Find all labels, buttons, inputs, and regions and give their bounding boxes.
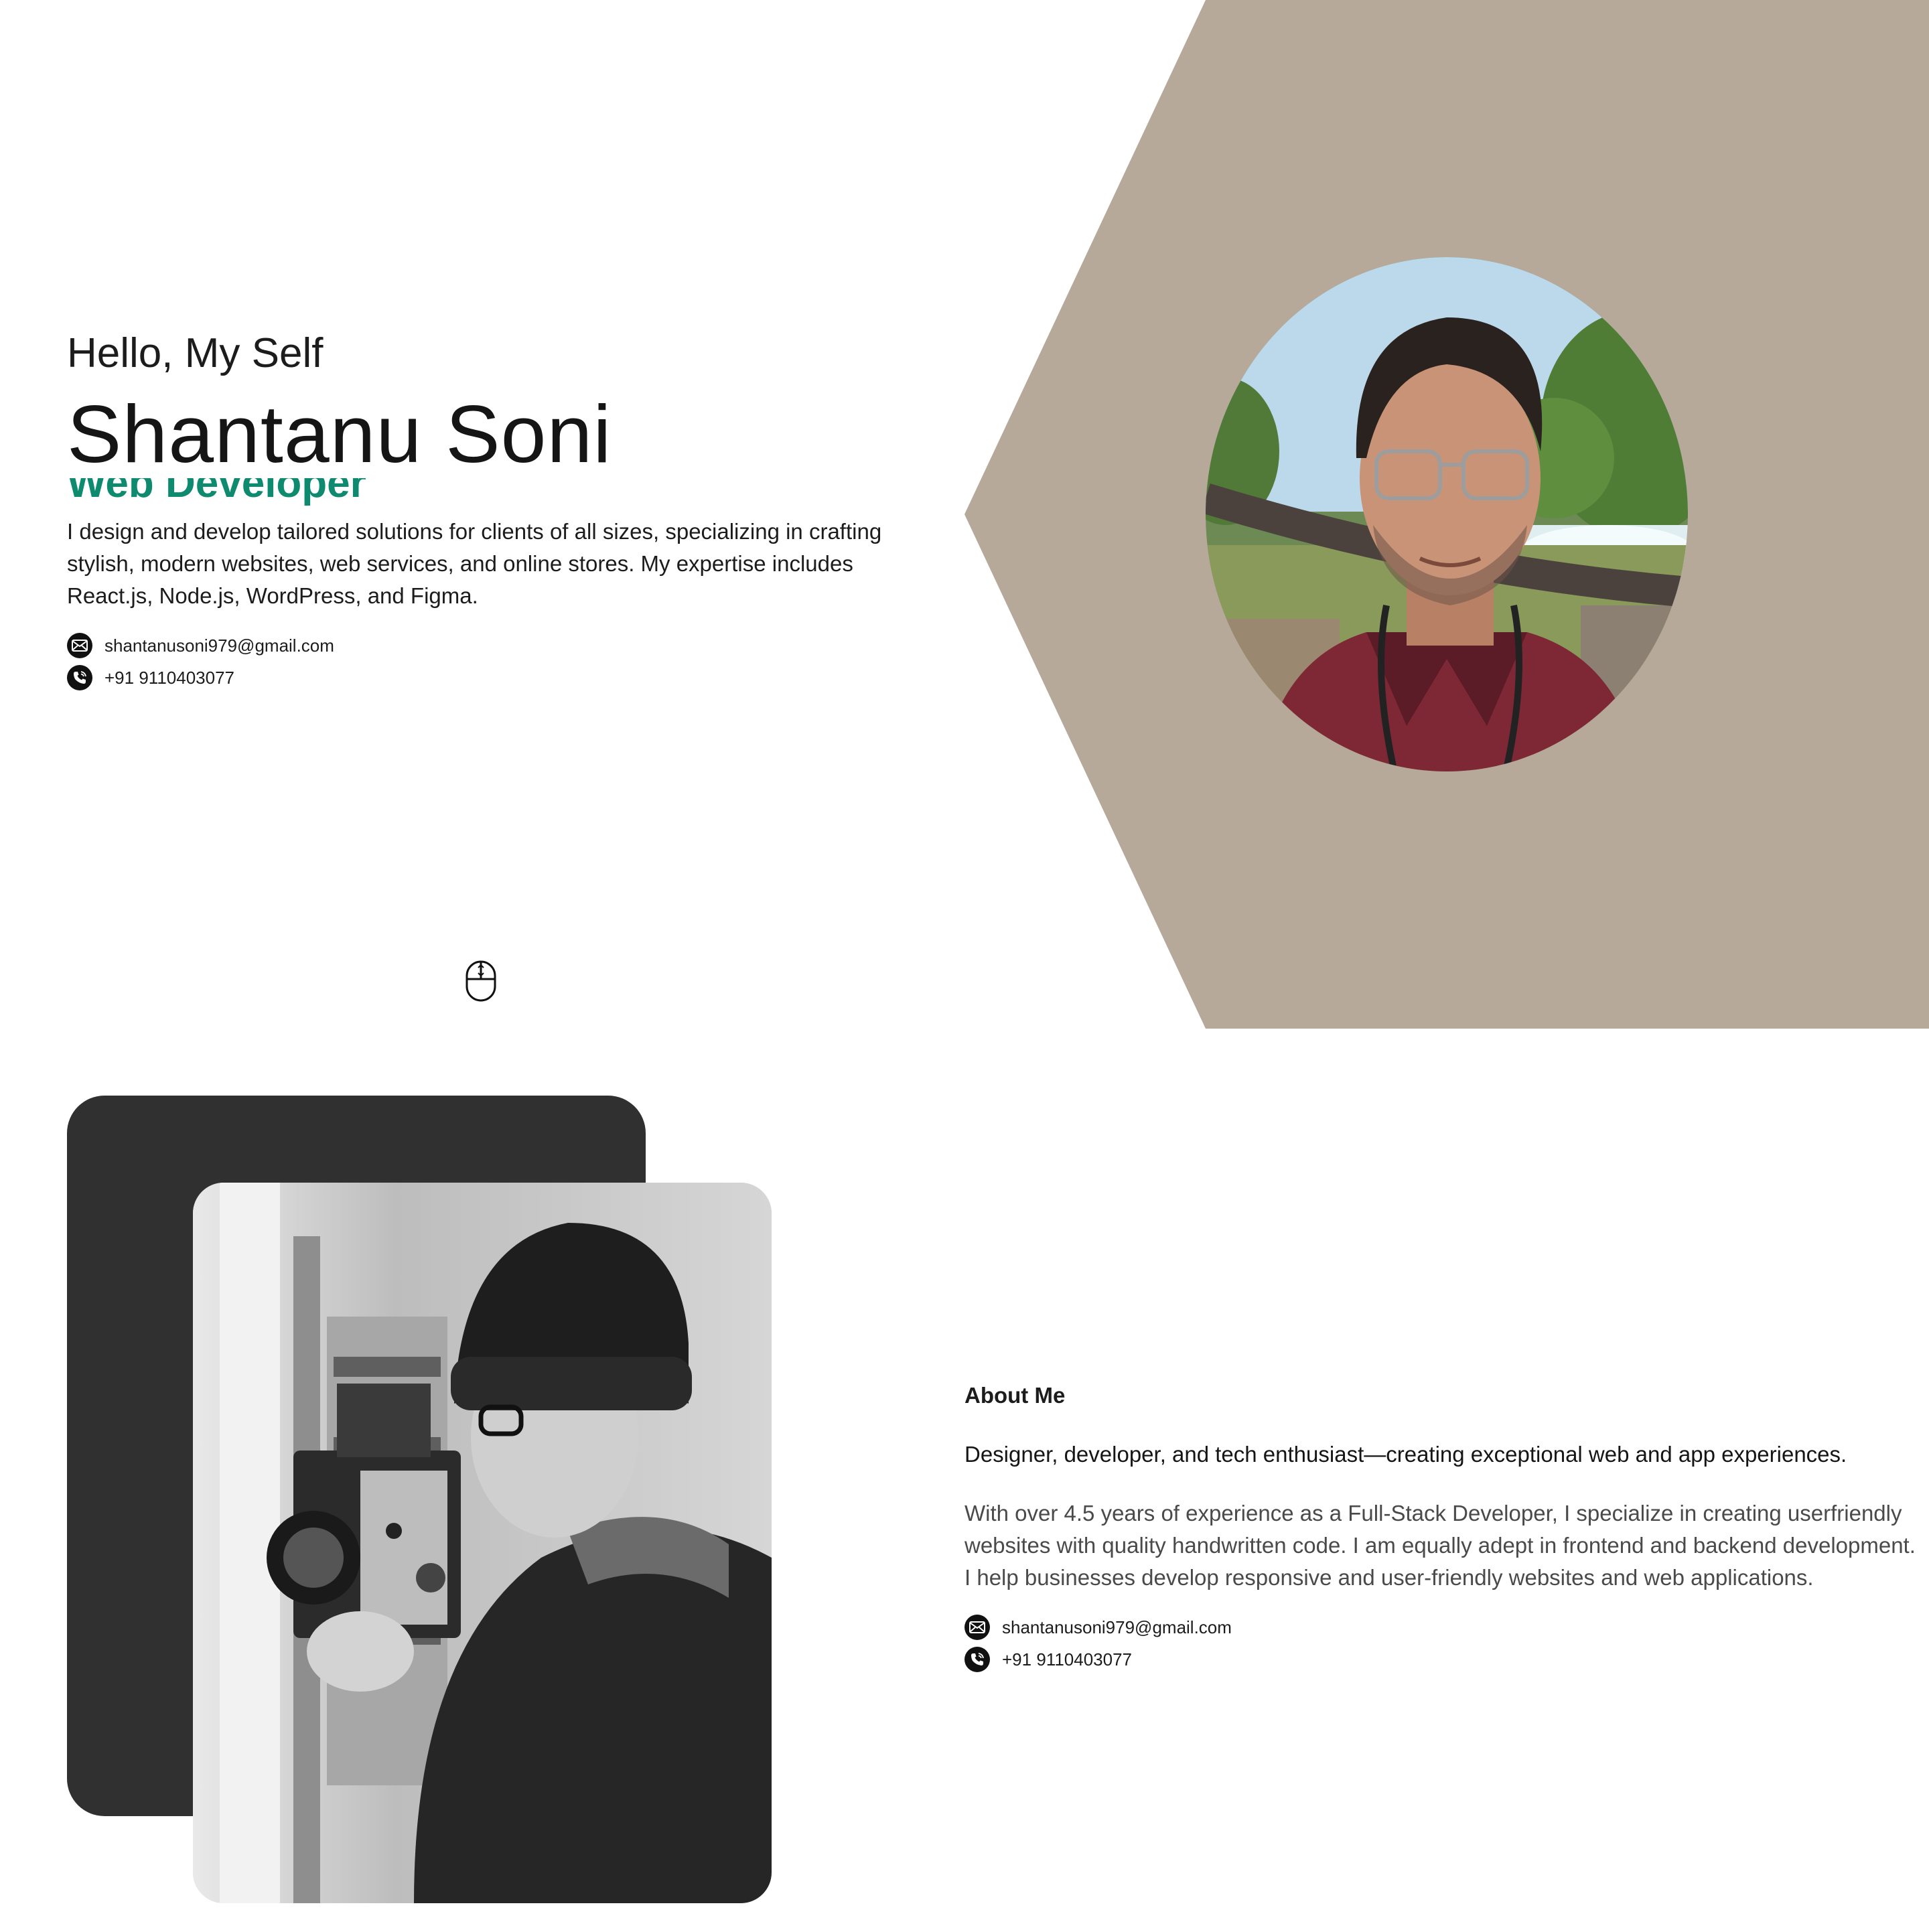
about-contact-list: shantanusoni979@gmail.com +91 9110403077 <box>964 1611 1916 1676</box>
hero-text-block: Hello, My Self Shantanu Soni Web Develop… <box>67 328 898 694</box>
hero-contact-list: shantanusoni979@gmail.com +91 9110403077 <box>67 629 898 694</box>
about-heading: About Me <box>964 1383 1066 1408</box>
mail-icon <box>964 1615 990 1640</box>
hero-portrait-image <box>1206 257 1688 771</box>
page: Hello, My Self Shantanu Soni Web Develop… <box>0 0 1929 1932</box>
about-photo-image <box>193 1183 772 1903</box>
mail-icon <box>67 633 92 658</box>
about-phone-row[interactable]: +91 9110403077 <box>964 1643 1916 1676</box>
hero-phone-row[interactable]: +91 9110403077 <box>67 662 898 694</box>
about-phone[interactable]: +91 9110403077 <box>1002 1649 1132 1670</box>
about-text-block: About Me Designer, developer, and tech e… <box>964 1380 1916 1676</box>
hero-description: I design and develop tailored solutions … <box>67 519 882 608</box>
phone-icon <box>964 1647 990 1672</box>
about-tagline: Designer, developer, and tech enthusiast… <box>964 1442 1847 1467</box>
mouse-scroll-icon[interactable] <box>466 960 496 1002</box>
about-body: With over 4.5 years of experience as a F… <box>964 1501 1916 1590</box>
hero-phone[interactable]: +91 9110403077 <box>104 668 234 688</box>
hero-greeting: Hello, My Self <box>67 330 324 376</box>
hero-email[interactable]: shantanusoni979@gmail.com <box>104 636 334 656</box>
hero-role-wrapper: Web Developer <box>67 478 898 508</box>
hero-email-row[interactable]: shantanusoni979@gmail.com <box>67 629 898 662</box>
phone-icon <box>67 665 92 690</box>
hero-name: Shantanu Soni <box>67 388 612 479</box>
about-email[interactable]: shantanusoni979@gmail.com <box>1002 1617 1232 1638</box>
hero-role: Web Developer <box>67 478 366 506</box>
about-email-row[interactable]: shantanusoni979@gmail.com <box>964 1611 1916 1643</box>
